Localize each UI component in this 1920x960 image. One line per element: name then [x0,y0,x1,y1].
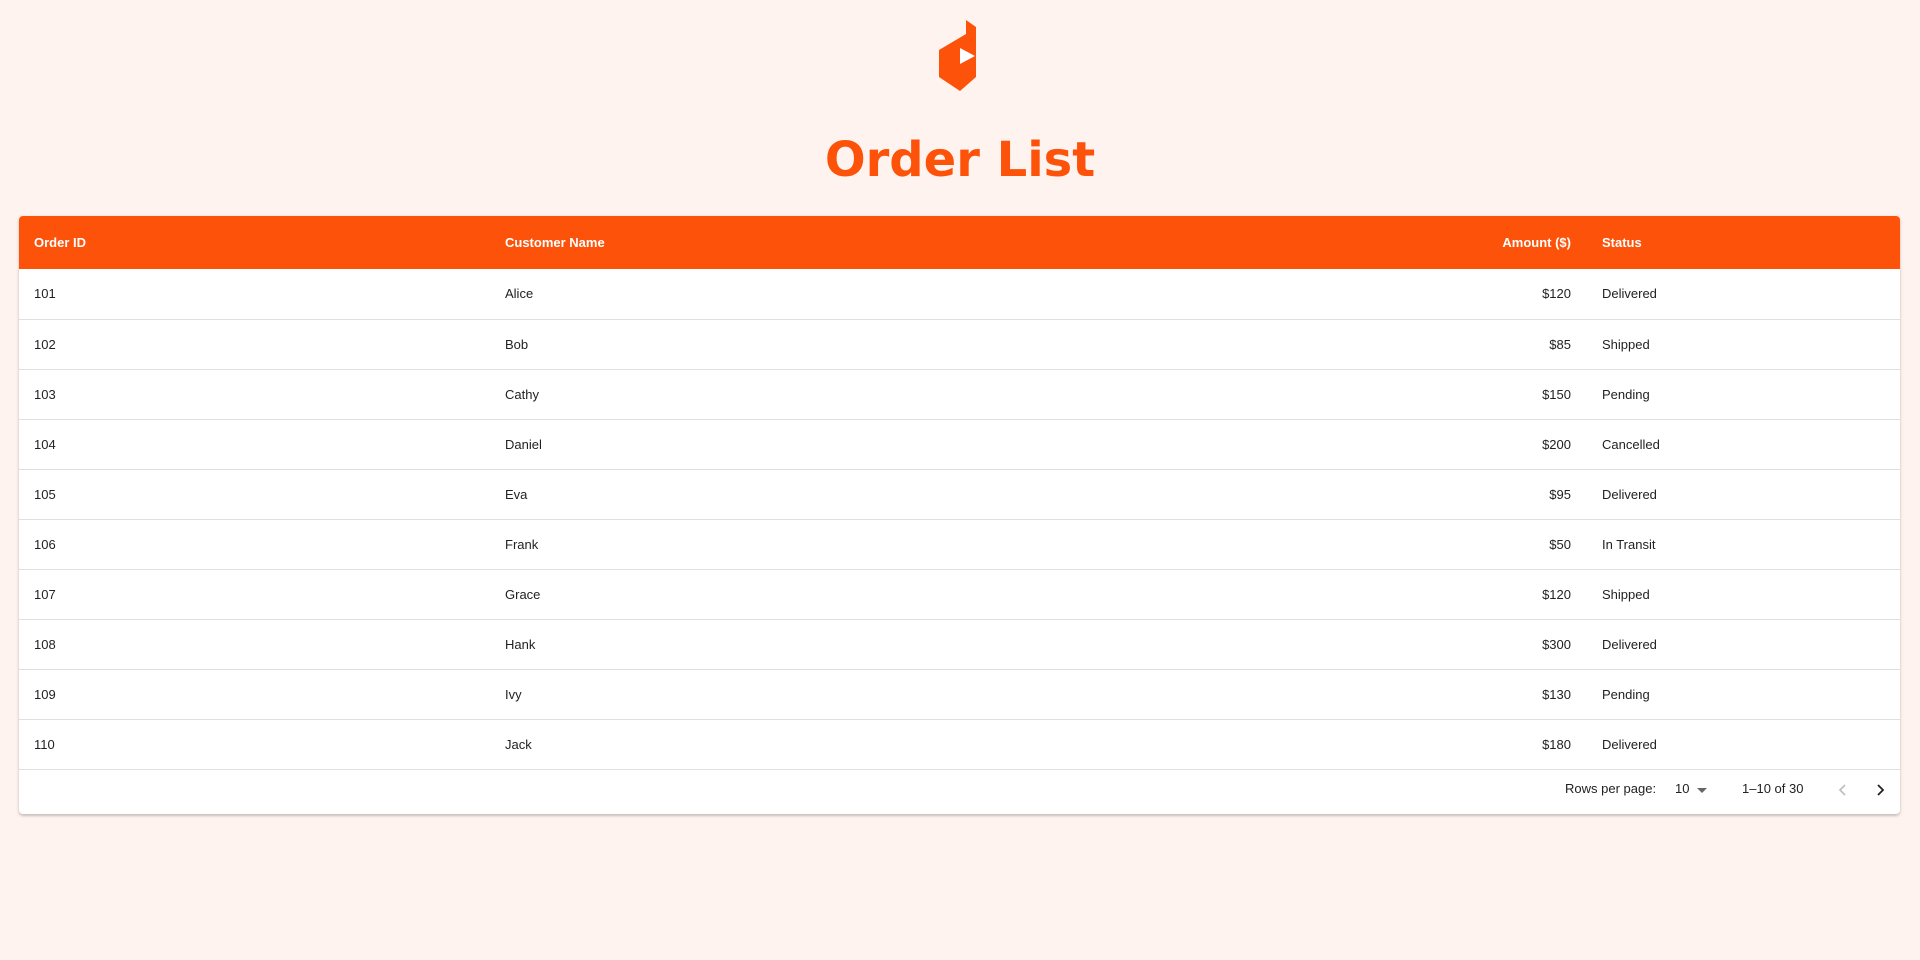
customer-name-cell: Cathy [505,386,539,402]
status-cell: Shipped [1602,336,1650,352]
customer-name-cell: Bob [505,336,529,352]
status-cell: Pending [1602,386,1650,402]
play-hexagon-logo-icon [939,20,976,91]
column-header-amount[interactable]: Amount ($) [1441,216,1587,269]
table-row[interactable]: 102 Bob $85 Shipped [19,319,1900,369]
rows-per-page-select[interactable]: 10 [1675,780,1723,800]
status-cell: Cancelled [1602,436,1660,452]
amount-cell: $85 [1549,336,1571,352]
order-id-cell: 108 [34,636,56,652]
order-id-cell: 109 [34,686,56,702]
table-pagination: Rows per page: 10 1–10 of 30 [19,767,1900,814]
status-cell: Shipped [1602,586,1650,602]
orders-table-card: Order ID Customer Name Amount ($) Status… [19,216,1900,814]
chevron-left-icon [1838,784,1846,796]
customer-name-cell: Ivy [505,686,522,702]
table-row[interactable]: 107 Grace $120 Shipped [19,569,1900,619]
rows-per-page-value: 10 [1675,781,1690,796]
order-id-cell: 104 [34,436,56,452]
previous-page-button[interactable] [1829,776,1857,804]
status-cell: Pending [1602,686,1650,702]
table-row[interactable]: 108 Hank $300 Delivered [19,619,1900,669]
order-id-cell: 106 [34,536,56,552]
order-id-cell: 101 [34,286,56,302]
order-id-cell: 110 [34,736,55,752]
next-page-button[interactable] [1866,776,1894,804]
table-row[interactable]: 106 Frank $50 In Transit [19,519,1900,569]
amount-cell: $150 [1542,386,1571,402]
amount-cell: $50 [1549,536,1571,552]
customer-name-cell: Grace [505,586,541,602]
table-row[interactable]: 101 Alice $120 Delivered [19,269,1900,319]
table-row[interactable]: 103 Cathy $150 Pending [19,369,1900,419]
column-header-customer-name[interactable]: Customer Name [490,216,1441,269]
amount-cell: $95 [1549,486,1571,502]
customer-name-cell: Hank [505,636,536,652]
pagination-range: 1–10 of 30 [1742,781,1804,796]
status-cell: Delivered [1602,286,1657,302]
amount-cell: $120 [1542,586,1571,602]
order-id-cell: 103 [34,386,56,402]
amount-cell: $180 [1542,736,1571,752]
status-cell: Delivered [1602,636,1657,652]
amount-cell: $120 [1542,286,1571,302]
customer-name-cell: Jack [505,736,532,752]
page-title: Order List [824,132,1096,188]
table-header-row: Order ID Customer Name Amount ($) Status [19,216,1900,269]
orders-table: Order ID Customer Name Amount ($) Status… [19,216,1900,770]
customer-name-cell: Frank [505,536,539,552]
customer-name-cell: Alice [505,286,534,302]
logo [936,20,984,94]
status-cell: In Transit [1602,536,1656,552]
amount-cell: $200 [1542,436,1571,452]
order-id-cell: 102 [34,336,56,352]
status-cell: Delivered [1602,736,1657,752]
amount-cell: $130 [1542,686,1571,702]
status-cell: Delivered [1602,486,1657,502]
customer-name-cell: Eva [505,486,528,502]
column-header-status[interactable]: Status [1587,216,1900,269]
chevron-right-icon [1877,784,1885,796]
table-row[interactable]: 105 Eva $95 Delivered [19,469,1900,519]
table-body: 101 Alice $120 Delivered 102 Bob $85 Shipped 103… [19,269,1900,769]
table-row[interactable]: 104 Daniel $200 Cancelled [19,419,1900,469]
caret-down-icon [1697,788,1707,793]
customer-name-cell: Daniel [505,436,542,452]
rows-per-page-label: Rows per page: [1565,781,1657,796]
column-header-order-id[interactable]: Order ID [19,216,490,269]
order-id-cell: 107 [34,586,56,602]
table-row[interactable]: 110 Jack $180 Delivered [19,719,1900,769]
amount-cell: $300 [1542,636,1571,652]
order-id-cell: 105 [34,486,56,502]
table-row[interactable]: 109 Ivy $130 Pending [19,669,1900,719]
